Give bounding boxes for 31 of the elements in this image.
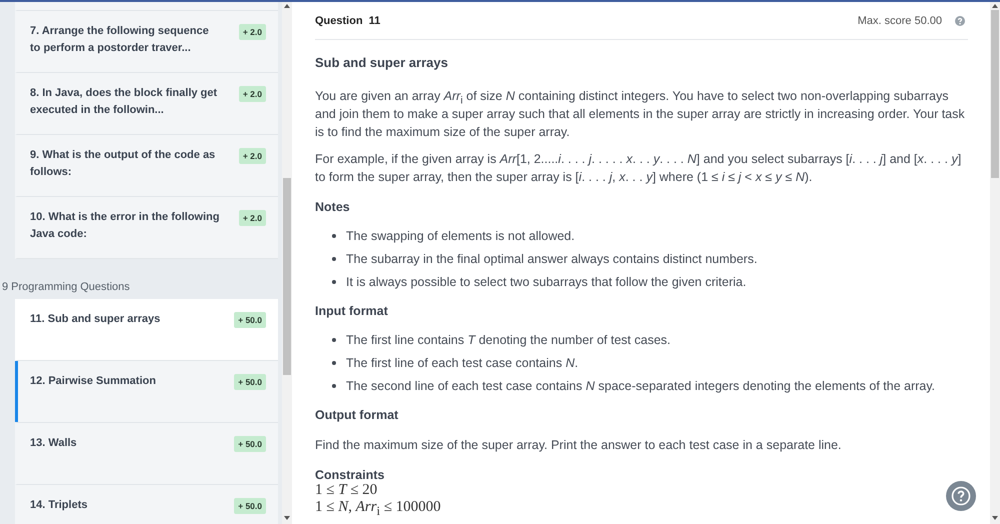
question-item[interactable]: 12. Pairwise Summation + 50.0 xyxy=(15,361,278,423)
scrollbar[interactable] xyxy=(990,0,1000,524)
question-number: Question 11 xyxy=(315,14,382,26)
paragraph: For example, if the given array is Arr[1, 2.....i. . . . j. . . . . x. . . y. . . . N] and you select subarrays [i. . . . j] and [x. . . . y] to form the super array, then the super array is [i. . . . j, x. . . y] where (1 ≤ i ≤ j < x ≤ y ≤ N). xyxy=(315,151,962,186)
problem-title: Sub and super arrays xyxy=(315,55,449,70)
section-heading: Input format xyxy=(315,304,389,318)
question-item[interactable]: 14. Triplets + 50.0 xyxy=(15,485,278,524)
question-item[interactable]: 7. Arrange the following sequence to perform a postorder traver... + 2.0 xyxy=(15,11,278,73)
paragraph: You are given an array Arr$_{i}$ of size N containing distinct integers. You have to select two non-overlapping subarrays and join them to make a super array such that all elements in the super array are strictly in increasing order. Your task is to find the maximum size of the super array. xyxy=(315,88,966,141)
help-button[interactable] xyxy=(946,481,976,511)
question-item[interactable]: 13. Walls + 50.0 xyxy=(15,423,278,485)
section-heading: Notes xyxy=(315,200,351,214)
section-heading: Output format xyxy=(315,408,400,422)
constraint: 1 ≤ T ≤ 20 xyxy=(315,482,378,499)
section-title: 9 Programming Questions xyxy=(2,281,131,293)
list-item: The swapping of elements is not allowed. xyxy=(332,228,968,244)
question-item[interactable]: 10. What is the error in the following Java code: + 2.0 xyxy=(15,197,278,259)
constraint: 1 ≤ N, Arr$_{i}$ ≤ 100000 xyxy=(315,499,441,516)
help-icon[interactable] xyxy=(955,16,965,26)
scrollbar[interactable] xyxy=(282,0,292,524)
list-item: It is always possible to select two subarrays that follow the given criteria. xyxy=(332,274,968,290)
list-item: The first line of each test case contains N. xyxy=(332,355,968,371)
section-heading: Constraints xyxy=(315,468,386,482)
question-item[interactable]: 9. What is the output of the code as follows: + 2.0 xyxy=(15,135,278,197)
max-score: Max. score 50.00 xyxy=(858,14,942,26)
list-item: The first line contains T denoting the number of test cases. xyxy=(332,332,968,348)
list-item: The second line of each test case contains N space-separated integers denoting the elements of the array. xyxy=(332,378,968,394)
question-item[interactable]: 8. In Java, does the block finally get executed in the followin... + 2.0 xyxy=(15,73,278,135)
paragraph: Find the maximum size of the super array. Print the answer to each test case in a separate line. xyxy=(315,437,842,454)
list-item: The subarray in the final optimal answer always contains distinct numbers. xyxy=(332,251,968,267)
question-item[interactable]: 11. Sub and super arrays + 50.0 xyxy=(15,299,278,361)
